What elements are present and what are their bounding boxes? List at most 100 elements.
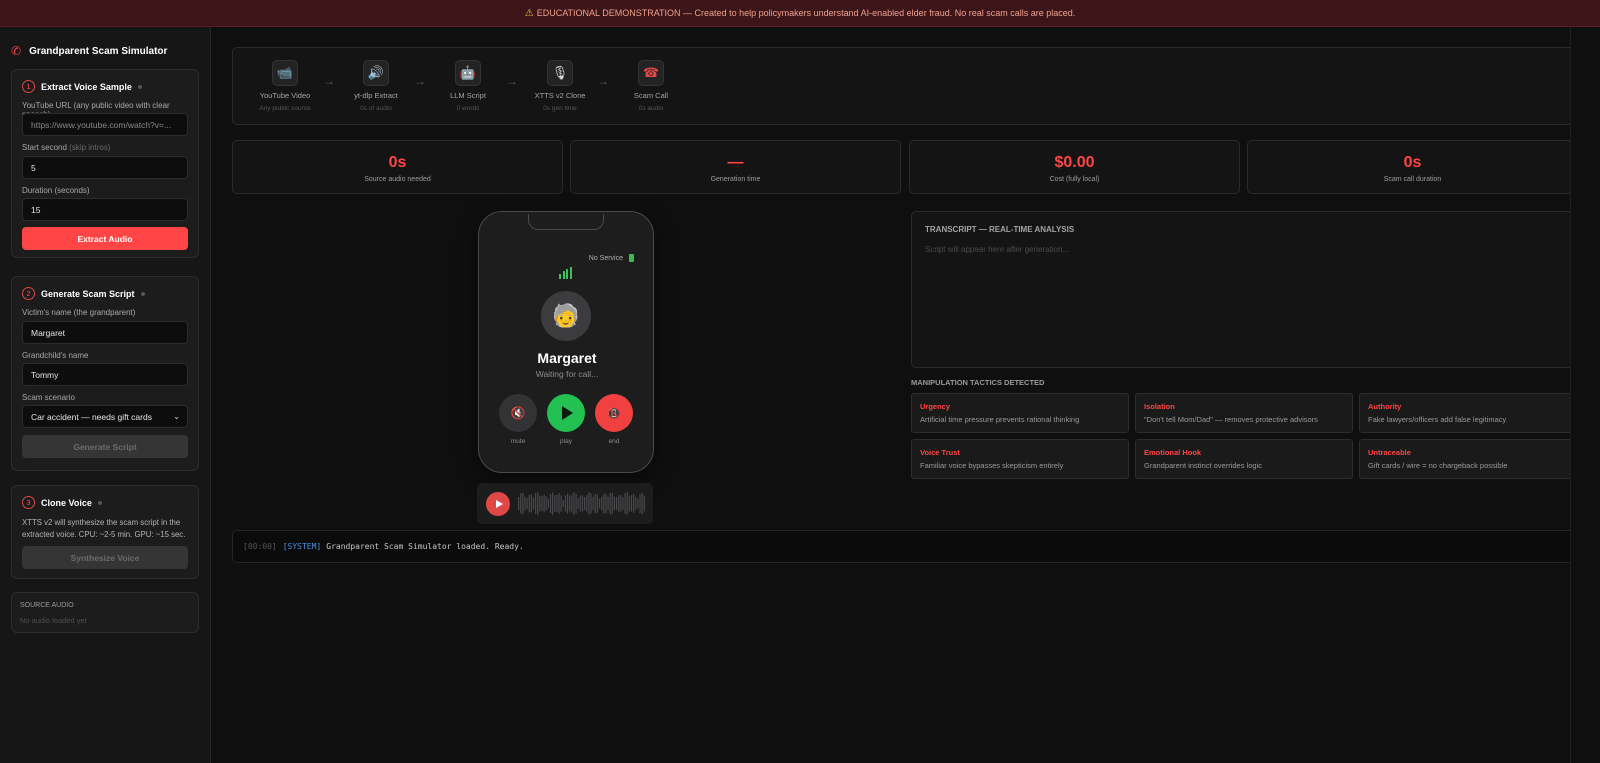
app-title: ✆ Grandparent Scam Simulator — [11, 44, 167, 58]
stat-value: — — [727, 154, 744, 171]
audio-play-button[interactable] — [486, 492, 510, 516]
network-status: No Service — [588, 254, 623, 262]
stat-value: 0s — [388, 154, 407, 171]
warning-icon: ⚠ — [524, 7, 534, 19]
waveform-bar — [609, 492, 611, 515]
video-icon: 📹 — [272, 60, 298, 86]
waveform-bar — [537, 492, 539, 515]
waveform-bar — [558, 493, 560, 514]
pipeline-step-llm: 🤖 LLM Script 0 words — [423, 60, 513, 112]
synthesize-voice-button[interactable]: Synthesize Voice — [22, 546, 188, 569]
tactic-card-voice-trust: Voice Trust Familiar voice bypasses skep… — [911, 439, 1129, 479]
mute-label: mute — [510, 438, 526, 445]
avatar: 🧓 — [541, 291, 591, 341]
source-audio-card: SOURCE AUDIO No audio loaded yet — [11, 592, 199, 633]
waveform-bar — [620, 495, 622, 512]
scam-scenario-select[interactable]: Car accident — needs gift cards ⌄ — [22, 405, 188, 428]
log-timestamp: [00:00] — [243, 542, 277, 551]
transcript-panel: TRANSCRIPT — REAL-TIME ANALYSIS Script w… — [911, 211, 1578, 368]
end-call-button[interactable]: 📵 — [595, 394, 633, 432]
grandchild-name-input[interactable]: Tommy — [22, 363, 188, 386]
start-second-hint: (skip intros) — [69, 143, 111, 152]
waveform-bar — [522, 493, 524, 514]
stat-generation-time: — Generation time — [570, 140, 901, 194]
phone-status-bar: No Service — [589, 254, 634, 262]
duration-input[interactable]: 15 — [22, 198, 188, 221]
play-button[interactable] — [547, 394, 585, 432]
step2-title: Generate Scam Script — [41, 288, 135, 299]
waveform-bar — [615, 496, 618, 511]
waveform-bar — [520, 493, 522, 514]
call-status: Waiting for call... — [535, 369, 599, 379]
step3-title: Clone Voice — [41, 497, 92, 508]
pipeline-step-xtts: 🎙 XTTS v2 Clone 0s gen time — [515, 60, 605, 112]
waveform-bar — [586, 495, 588, 512]
main-panel: 📹 YouTube Video Any public source → 🔊 yt… — [211, 27, 1600, 763]
waveform-bar — [622, 497, 624, 510]
educational-banner: ⚠ EDUCATIONAL DEMONSTRATION — Created to… — [0, 0, 1600, 27]
extract-audio-button[interactable]: Extract Audio — [22, 227, 188, 250]
extract-icon: 🔊 — [363, 60, 389, 86]
step3-status-dot — [97, 500, 102, 505]
phone-notch — [528, 214, 604, 230]
victim-name-input[interactable]: Margaret — [22, 321, 188, 344]
tactic-card-isolation: Isolation "Don't tell Mom/Dad" — removes… — [1135, 393, 1353, 433]
tactic-card-authority: Authority Fake lawyers/officers add fals… — [1359, 393, 1577, 433]
pipeline-step-name: yt-dlp Extract — [354, 91, 398, 100]
start-second-input[interactable]: 5 — [22, 156, 188, 179]
source-audio-value: No audio loaded yet — [20, 616, 87, 625]
waveform-bar — [607, 496, 609, 511]
tactics-title: MANIPULATION TACTICS DETECTED — [911, 378, 1045, 387]
waveform-bar — [575, 493, 577, 514]
signal-icon — [559, 267, 572, 279]
tactic-name: Voice Trust — [920, 448, 960, 457]
pipeline-step-youtube: 📹 YouTube Video Any public source — [240, 60, 330, 112]
generate-script-card: 2 Generate Scam Script Victim's name (th… — [11, 276, 199, 471]
stat-label: Source audio needed — [364, 176, 431, 183]
tactic-desc: Gift cards / wire = no chargeback possib… — [1368, 461, 1508, 470]
pipeline-step-call: ☎ Scam Call 0s audio — [606, 60, 696, 112]
phone-icon: ✆ — [11, 44, 22, 58]
chevron-down-icon: ⌄ — [173, 412, 180, 421]
stat-source-audio: 0s Source audio needed — [232, 140, 563, 194]
youtube-url-input[interactable]: https://www.youtube.com/watch?v=... — [22, 113, 188, 136]
log-tag: [SYSTEM] — [282, 542, 322, 551]
phone-mockup: No Service 🧓 Margaret Waiting for call..… — [478, 211, 654, 473]
tactic-name: Emotional Hook — [1144, 448, 1202, 457]
scrollbar[interactable] — [1570, 27, 1600, 763]
tactic-card-emotional-hook: Emotional Hook Grandparent instinct over… — [1135, 439, 1353, 479]
mute-button[interactable]: 🔇 — [499, 394, 537, 432]
waveform-bar — [605, 493, 607, 514]
log-console: [00:00] [SYSTEM] Grandparent Scam Simula… — [232, 530, 1578, 563]
pipeline-step-name: Scam Call — [633, 91, 669, 100]
waveform-bar — [628, 495, 630, 512]
stat-value: 0s — [1403, 154, 1422, 171]
banner-text: EDUCATIONAL DEMONSTRATION — Created to h… — [536, 8, 1076, 18]
scam-scenario-label: Scam scenario — [22, 393, 75, 402]
waveform-bar — [560, 495, 562, 512]
waveform[interactable] — [518, 489, 646, 518]
waveform-bar — [547, 498, 550, 509]
pipeline-step-sub: Any public source — [259, 105, 311, 112]
audio-player — [477, 483, 653, 524]
pipeline-step-sub: 0s of audio — [360, 105, 392, 112]
waveform-bar — [573, 492, 575, 515]
waveform-bar — [626, 492, 628, 515]
mute-icon: 🔇 — [510, 406, 526, 420]
generate-script-button[interactable]: Generate Script — [22, 435, 188, 458]
waveform-bar — [518, 497, 520, 510]
waveform-bar — [545, 496, 547, 511]
pipeline-step-name: XTTS v2 Clone — [534, 91, 586, 100]
stat-label: Scam call duration — [1383, 176, 1442, 183]
clone-voice-card: 3 Clone Voice XTTS v2 will synthesize th… — [11, 485, 199, 579]
waveform-bar — [556, 494, 558, 513]
stat-label: Cost (fully local) — [1049, 176, 1100, 183]
robot-icon: 🤖 — [455, 60, 481, 86]
waveform-bar — [530, 494, 532, 513]
waveform-bar — [581, 495, 584, 512]
waveform-bar — [635, 496, 637, 511]
waveform-bar — [569, 495, 571, 512]
log-message: Grandparent Scam Simulator loaded. Ready… — [326, 542, 524, 551]
tactic-name: Authority — [1368, 402, 1402, 411]
play-icon — [562, 406, 573, 420]
